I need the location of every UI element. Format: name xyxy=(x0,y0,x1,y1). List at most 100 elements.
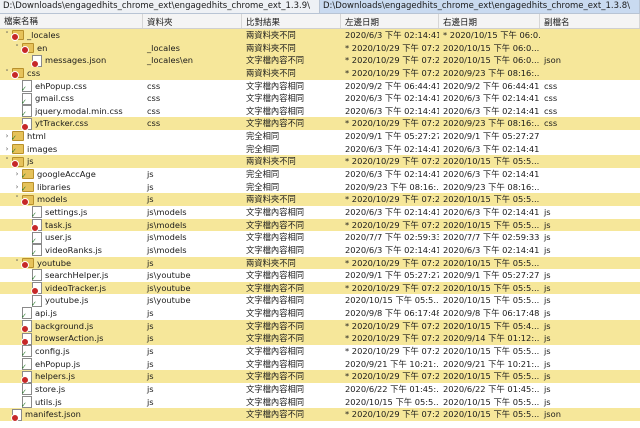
table-row[interactable]: ✓ gmail.css css 文字檔內容相同 2020/6/3 下午 02:14:41… xyxy=(0,92,640,105)
right-date-cell: 2020/10/15 下午 05:5... xyxy=(443,409,540,420)
item-name: config.js xyxy=(35,346,70,357)
left-date-cell: * 2020/10/29 下午 07:2... xyxy=(345,333,439,344)
right-path[interactable]: D:\Downloads\engagedhits_chrome_ext\enga… xyxy=(320,0,640,13)
table-row[interactable]: › ✓ images 完全相同 2020/6/3 下午 02:14:41 2020/6/3… xyxy=(0,142,640,156)
left-path[interactable]: D:\Downloads\engagedhits_chrome_ext\enga… xyxy=(0,0,320,13)
different-mark-icon xyxy=(11,33,19,42)
header-left-date[interactable]: 左邊日期 xyxy=(341,14,439,28)
folder-cell: css xyxy=(147,105,161,116)
folder-cell xyxy=(143,29,242,42)
right-date-cell: 2020/6/3 下午 02:14:41 xyxy=(443,93,540,104)
table-row[interactable]: manifest.json 文字檔內容不同 * 2020/10/29 下午 07:2… xyxy=(0,408,640,421)
different-mark-icon xyxy=(21,260,29,269)
table-row[interactable]: ✓ youtube.js js\youtube 文字檔內容相同 2020/10/15 下… xyxy=(0,294,640,308)
folder-icon xyxy=(11,68,24,80)
path-bar: D:\Downloads\engagedhits_chrome_ext\enga… xyxy=(0,0,640,14)
left-date-cell: * 2020/10/29 下午 07:2... xyxy=(345,118,439,129)
table-row[interactable]: ✓ api.js js 文字檔內容相同 2020/9/8 下午 06:17:48 2020… xyxy=(0,307,640,320)
right-date-cell: 2020/10/15 下午 05:5... xyxy=(443,257,540,268)
right-date-cell: 2020/9/23 下午 08:16:... xyxy=(443,118,540,129)
item-name: googleAccAge xyxy=(37,169,96,180)
table-row[interactable]: › ✓ googleAccAge js 完全相同 2020/6/3 下午 02:14:41… xyxy=(0,168,640,181)
different-mark-icon xyxy=(11,71,19,80)
filename-cell: › ✓ googleAccAge xyxy=(0,168,143,181)
item-name: videoTracker.js xyxy=(45,282,107,293)
table-row[interactable]: ˅ css 兩資料夾不同 * 2020/10/29 下午 07:2... 2020/9/… xyxy=(0,66,640,80)
right-date-cell: 2020/6/3 下午 02:14:41 xyxy=(443,105,540,116)
same-mark-icon: ✓ xyxy=(21,400,27,409)
folder-cell: css xyxy=(147,118,161,129)
result-cell: 兩資料夾不同 xyxy=(246,257,296,268)
table-row[interactable]: ✓ utils.js js 文字檔內容相同 2020/10/15 下午 05:5... 2… xyxy=(0,395,640,409)
table-row[interactable]: ˅ en _locales 兩資料夾不同 * 2020/10/29 下午 07:2...… xyxy=(0,41,640,55)
table-row[interactable]: background.js js 文字檔內容不同 * 2020/10/29 下午 07… xyxy=(0,319,640,333)
file-icon: ✓ xyxy=(31,269,42,282)
result-cell: 文字檔內容不同 xyxy=(246,409,305,420)
file-icon xyxy=(31,54,42,67)
table-row[interactable]: ✓ settings.js js\models 文字檔內容相同 2020/6/3 下午 … xyxy=(0,205,640,219)
file-icon: ✓ xyxy=(21,395,32,409)
folder-cell xyxy=(143,408,242,421)
left-date-cell: 2020/6/3 下午 02:14:41 xyxy=(345,30,439,40)
item-name: js xyxy=(27,156,34,167)
filename-cell: ✓ api.js xyxy=(0,307,143,320)
table-row[interactable]: ✓ ehPopup.css css 文字檔內容相同 2020/9/2 下午 06:44:… xyxy=(0,79,640,93)
table-row[interactable]: ˅ youtube js 兩資料夾不同 * 2020/10/29 下午 07:2... 2… xyxy=(0,256,640,270)
header-filename[interactable]: 檔案名稱 xyxy=(0,14,143,28)
table-row[interactable]: › ✓ html 完全相同 2020/9/1 下午 05:27:27 2020/9/1 下… xyxy=(0,130,640,143)
table-row[interactable]: videoTracker.js js\youtube 文字檔內容不同 * 2020/1… xyxy=(0,281,640,295)
table-row[interactable]: ytTracker.css css 文字檔內容不同 * 2020/10/29 下午 0… xyxy=(0,117,640,131)
header-extension[interactable]: 副檔名 xyxy=(540,14,640,28)
table-row[interactable]: ✓ store.js js 文字檔內容相同 2020/6/22 下午 01:45:...… xyxy=(0,382,640,396)
right-date-cell: 2020/9/14 下午 01:12:... xyxy=(443,333,540,344)
extension-cell: js xyxy=(544,333,551,344)
right-date-cell: 2020/9/21 下午 10:21:... xyxy=(443,358,540,369)
folder-cell: js\youtube xyxy=(147,295,191,306)
file-icon xyxy=(31,282,42,295)
folder-icon: ✓ xyxy=(11,144,24,156)
result-cell: 文字檔內容不同 xyxy=(246,55,305,66)
item-name: youtube xyxy=(37,257,72,268)
same-mark-icon: ✓ xyxy=(11,147,17,156)
table-row[interactable]: ✓ videoRanks.js js\models 文字檔內容相同 2020/6/3 下… xyxy=(0,243,640,257)
table-row[interactable]: ✓ config.js js 文字檔內容相同 * 2020/10/29 下午 07:2.… xyxy=(0,345,640,358)
file-icon: ✓ xyxy=(31,244,42,257)
table-row[interactable]: ˅ js 兩資料夾不同 * 2020/10/29 下午 07:2... 2020/10/… xyxy=(0,155,640,169)
same-mark-icon: ✓ xyxy=(21,350,27,358)
table-row[interactable]: ✓ user.js js\models 文字檔內容相同 2020/7/7 下午 02:5… xyxy=(0,231,640,244)
table-row[interactable]: helpers.js js 文字檔內容不同 * 2020/10/29 下午 07:2.… xyxy=(0,370,640,383)
item-name: store.js xyxy=(35,383,66,394)
table-row[interactable]: task.js js\models 文字檔內容不同 * 2020/10/29 下午 0… xyxy=(0,218,640,232)
table-row[interactable]: messages.json _locales\en 文字檔內容不同 * 2020/10… xyxy=(0,54,640,67)
table-row[interactable]: › ✓ libraries js 完全相同 2020/9/23 下午 08:16:... 2… xyxy=(0,180,640,194)
table-row[interactable]: ✓ ehPopup.js js 文字檔內容相同 2020/9/21 下午 10:21:.… xyxy=(0,357,640,371)
right-date-cell: 2020/9/2 下午 06:44:41 xyxy=(443,80,540,91)
folder-cell: js xyxy=(147,181,154,192)
file-icon xyxy=(21,117,32,131)
extension-cell: js xyxy=(544,295,551,306)
filename-cell: › ✓ libraries xyxy=(0,181,143,194)
table-row[interactable]: ✓ searchHelper.js js\youtube 文字檔內容相同 2020/9/… xyxy=(0,269,640,282)
table-row[interactable]: ˅ models js 兩資料夾不同 * 2020/10/29 下午 07:2... 20… xyxy=(0,193,640,206)
right-date-cell: 2020/6/3 下午 02:14:41 xyxy=(443,244,540,255)
item-name: _locales xyxy=(27,30,60,40)
file-icon: ✓ xyxy=(31,294,42,307)
filename-cell: ✓ ehPopup.css xyxy=(0,79,143,93)
filename-cell: ˅ css xyxy=(0,67,143,80)
left-date-cell: 2020/6/3 下午 02:14:41 xyxy=(345,105,439,116)
header-right-date[interactable]: 右邊日期 xyxy=(439,14,540,28)
table-row[interactable]: ˅ _locales 兩資料夾不同 2020/6/3 下午 02:14:41 * 202… xyxy=(0,29,640,42)
folder-icon xyxy=(11,30,24,42)
table-row[interactable]: browserAction.js js 文字檔內容不同 * 2020/10/29 下午… xyxy=(0,332,640,346)
filename-cell: ✓ ehPopup.js xyxy=(0,357,143,370)
extension-cell xyxy=(540,29,640,42)
item-name: searchHelper.js xyxy=(45,270,109,281)
same-mark-icon: ✓ xyxy=(21,84,27,93)
header-result[interactable]: 比對結果 xyxy=(242,14,341,28)
table-row[interactable]: ✓ jquery.modal.min.css css 文字檔內容相同 2020/6/3 … xyxy=(0,104,640,118)
column-header: 檔案名稱 資料夾 比對結果 左邊日期 右邊日期 副檔名 xyxy=(0,14,640,29)
header-folder[interactable]: 資料夾 xyxy=(143,14,242,28)
result-cell: 完全相同 xyxy=(246,181,280,192)
extension-cell xyxy=(540,257,640,270)
item-name: messages.json xyxy=(45,55,107,66)
